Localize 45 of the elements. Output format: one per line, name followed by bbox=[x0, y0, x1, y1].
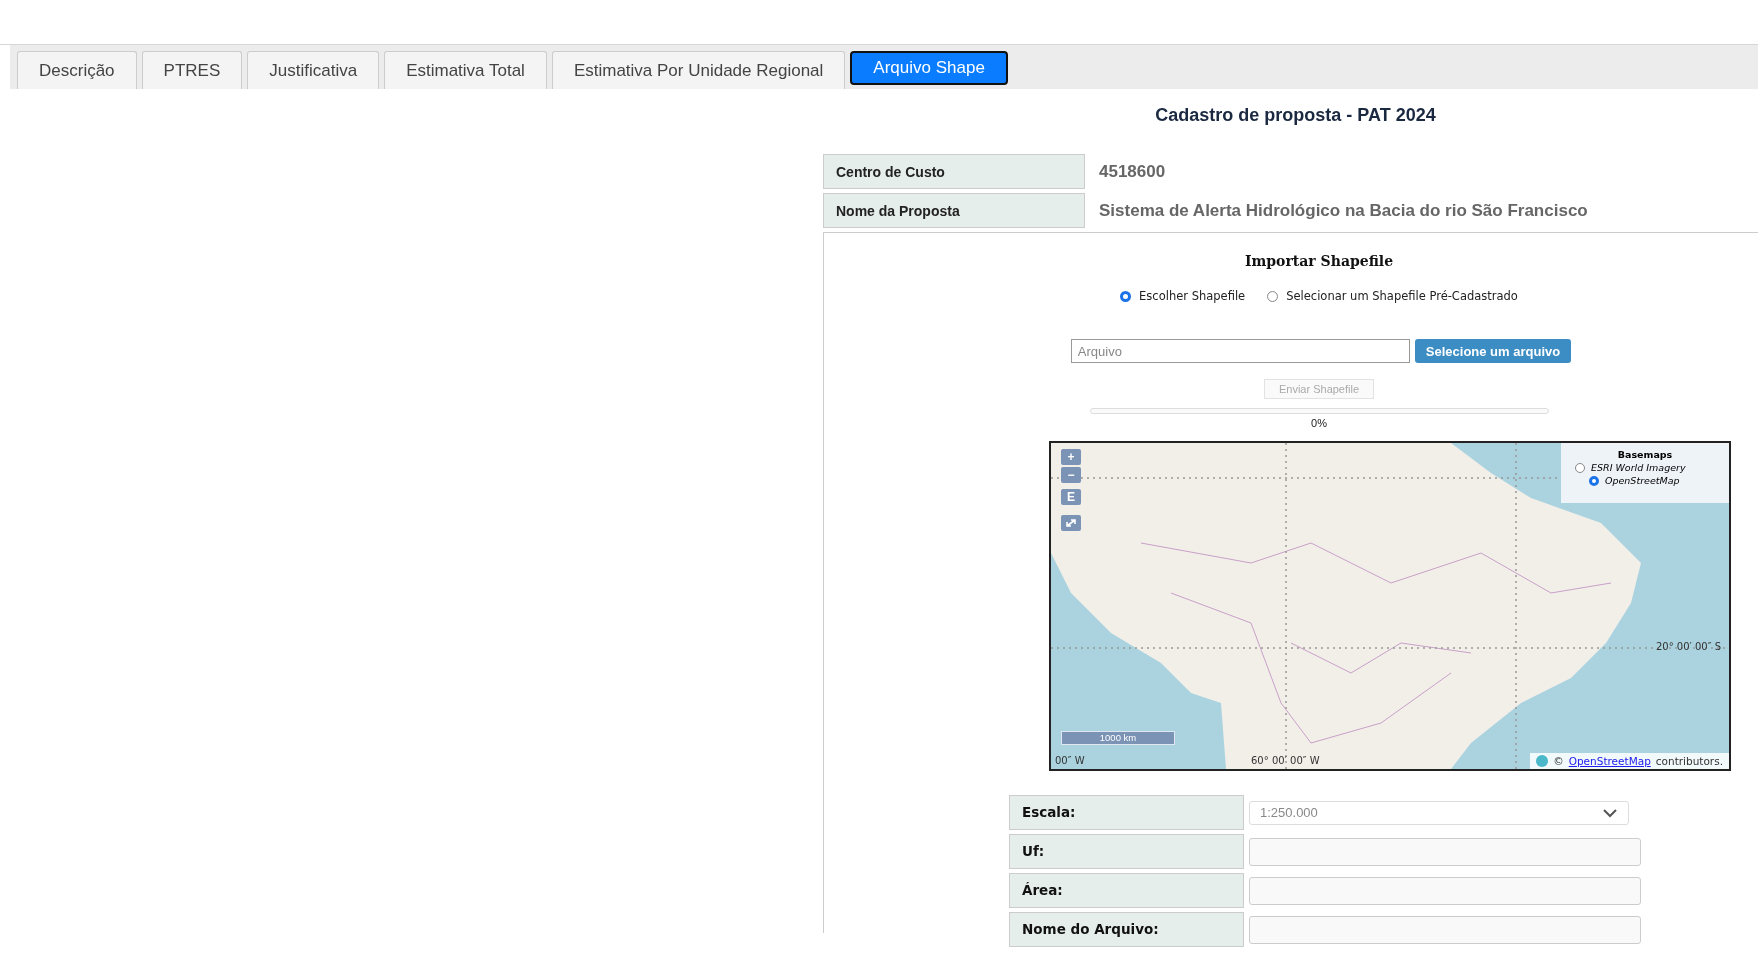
radio-label: OpenStreetMap bbox=[1605, 475, 1680, 486]
radio-button[interactable] bbox=[1267, 290, 1279, 302]
tab[interactable]: Estimativa Total bbox=[384, 51, 547, 89]
field-value: 4518600 bbox=[1099, 161, 1166, 182]
scale-bar: 1000 km bbox=[1061, 731, 1175, 745]
radio-button[interactable] bbox=[1589, 475, 1599, 486]
zoom-in-button[interactable]: + bbox=[1061, 449, 1081, 465]
text-field[interactable] bbox=[1249, 915, 1641, 944]
logo-icon bbox=[1536, 755, 1549, 767]
field-label: Área: bbox=[1009, 873, 1244, 908]
select-file-button[interactable]: Selecione um arquivo bbox=[1414, 339, 1572, 363]
tab[interactable]: Estimativa Por Unidade Regional bbox=[551, 51, 846, 89]
attribution-text: contributors. bbox=[1655, 755, 1723, 767]
field-label: Centro de Custo bbox=[823, 154, 1085, 189]
chevron-down-icon bbox=[1602, 807, 1618, 818]
tab[interactable]: Descrição bbox=[17, 51, 137, 89]
tab[interactable]: Arquivo Shape bbox=[850, 51, 1008, 85]
fullscreen-icon[interactable] bbox=[1061, 515, 1081, 531]
radio-label: Selecionar um Shapefile Pré-Cadastrado bbox=[1286, 289, 1518, 303]
page-title: Cadastro de proposta - PAT 2024 bbox=[1155, 105, 1436, 126]
tab[interactable]: Justificativa bbox=[247, 51, 380, 89]
progress-percentage: 0% bbox=[1311, 417, 1327, 429]
section-title: Importar Shapefile bbox=[1244, 253, 1394, 269]
attribution-text: © bbox=[1553, 755, 1564, 767]
text-field[interactable] bbox=[1249, 837, 1641, 866]
field-label: Uf: bbox=[1009, 834, 1244, 869]
grid-label: 00″ W bbox=[1055, 755, 1085, 766]
field-label: Nome do Arquivo: bbox=[1009, 912, 1244, 947]
scale-dropdown[interactable]: 1:250.000 bbox=[1249, 800, 1629, 825]
tab[interactable]: PTRES bbox=[141, 51, 243, 89]
radio-button[interactable] bbox=[1120, 290, 1132, 302]
zoom-out-button[interactable]: − bbox=[1061, 467, 1081, 483]
attribution-link[interactable]: OpenStreetMap bbox=[1568, 755, 1651, 767]
text-field[interactable] bbox=[1249, 876, 1641, 905]
extent-button[interactable]: E bbox=[1061, 489, 1081, 505]
field-label: Nome da Proposta bbox=[823, 193, 1085, 228]
grid-label: 20° 00′ 00″ S bbox=[1655, 641, 1721, 652]
file-input-field[interactable]: Arquivo bbox=[1070, 339, 1410, 363]
radio-label: Escolher Shapefile bbox=[1139, 289, 1246, 303]
field-label: Escala: bbox=[1009, 795, 1244, 830]
radio-button[interactable] bbox=[1575, 462, 1585, 473]
radio-label: ESRI World Imagery bbox=[1591, 462, 1686, 473]
field-value: Sistema de Alerta Hidrológico na Bacia do rio São Francisco bbox=[1099, 200, 1588, 221]
grid-label: 60° 00′ 00″ W bbox=[1251, 755, 1320, 766]
panel-title: Basemaps bbox=[1617, 449, 1673, 460]
